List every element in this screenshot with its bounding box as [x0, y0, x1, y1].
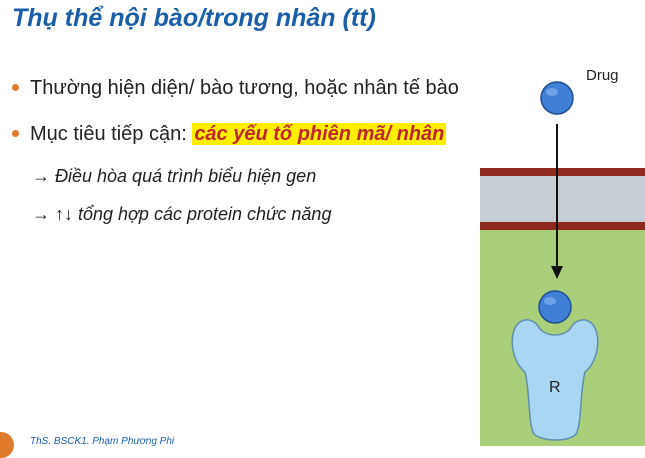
footer-author: ThS. BSCK1. Phạm Phương Phi [30, 436, 175, 447]
bullet-text: Thường hiện diện/ bào tương, hoặc nhân t… [30, 77, 459, 99]
drug-molecule-icon [540, 81, 574, 115]
membrane-outer-line [480, 168, 645, 176]
extracellular-space [480, 60, 645, 168]
bullet-dot-icon [12, 84, 19, 91]
bullet-dot-icon [12, 130, 19, 137]
receptor-diagram: Drug R [480, 60, 645, 446]
bullet-item-target: Mục tiêu tiếp cận: các yếu tố phiên mã/ … [10, 114, 480, 154]
bound-drug-highlight [544, 297, 556, 305]
slide-title: Thụ thể nội bào/trong nhân (tt) [12, 4, 376, 32]
bullet-item-location: Thường hiện diện/ bào tương, hoặc nhân t… [10, 68, 480, 108]
bound-drug-icon [538, 290, 572, 324]
drug-highlight [546, 88, 558, 96]
corner-decoration [0, 432, 14, 458]
membrane-band [480, 176, 645, 222]
highlighted-target: các yếu tố phiên mã/ nhân [192, 123, 447, 145]
receptor-label: R [549, 379, 561, 396]
bullet-text-prefix: Mục tiêu tiếp cận: [30, 123, 193, 145]
sub-point-gene-expression: → Điều hòa quá trình biểu hiện gen [32, 166, 317, 186]
sub-point-protein-synthesis: → ↑↓ tổng hợp các protein chức năng [32, 204, 332, 224]
drug-label: Drug [586, 67, 619, 84]
bullet-list: Thường hiện diện/ bào tương, hoặc nhân t… [10, 68, 480, 232]
membrane-inner-line [480, 222, 645, 230]
